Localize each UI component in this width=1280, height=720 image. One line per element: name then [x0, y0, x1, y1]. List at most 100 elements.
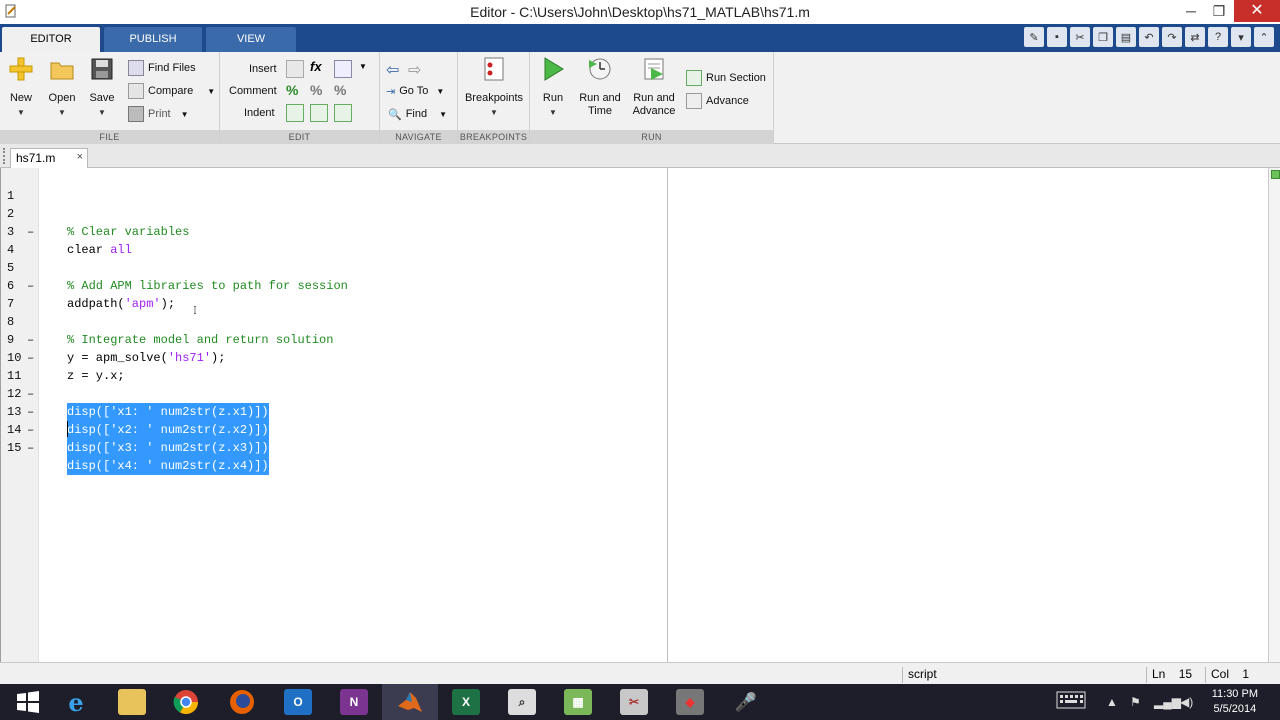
taskbar-app-game[interactable]: ◆	[662, 684, 718, 720]
taskbar-file-explorer[interactable]	[104, 684, 160, 720]
save-dropdown-icon[interactable]: ▼	[86, 106, 118, 119]
new-button[interactable]: New ▼	[6, 56, 36, 119]
cut-icon[interactable]: ✂	[1070, 27, 1090, 47]
windows-taskbar: e O N X ⌕ ▦ ✂ ◆ 🎤 ▲ ⚑ ▂▄▆ ◀) 11:30 PM 5/…	[0, 684, 1280, 720]
breakpoints-button[interactable]: Breakpoints ▼	[464, 56, 524, 119]
volume-icon[interactable]: ◀)	[1180, 695, 1193, 709]
breakpoints-dropdown-icon[interactable]: ▼	[464, 106, 524, 119]
windows-logo-icon	[17, 691, 39, 713]
code-line[interactable]: 4 % Add APM libraries to path for sessio…	[1, 223, 661, 293]
find-button[interactable]: 🔍 Find ▼	[388, 104, 447, 124]
taskbar-chrome[interactable]	[158, 684, 214, 720]
taskbar-app-mic[interactable]: 🎤	[718, 684, 774, 720]
comment-label[interactable]: Comment	[229, 81, 277, 101]
tab-publish[interactable]: PUBLISH	[104, 27, 202, 52]
save-icon[interactable]: ▪	[1047, 27, 1067, 47]
code-line[interactable]: 13 – disp(['x3: ' num2str(z.x3)])	[1, 385, 661, 457]
compare-dropdown-icon[interactable]: ▼	[207, 87, 215, 96]
code-line[interactable]: 7 % Integrate model and return solution	[1, 277, 661, 347]
editor-ribbon: New ▼ Open ▼ Save ▼ Find Files Compare ▼…	[0, 52, 1280, 144]
file-tab-hs71[interactable]: hs71.m ×	[10, 148, 88, 168]
code-line[interactable]: 10	[1, 331, 661, 365]
undo-icon[interactable]: ↶	[1139, 27, 1159, 47]
minimize-button[interactable]: ─	[1176, 0, 1206, 22]
comment-percent-icon[interactable]: %	[286, 82, 304, 100]
open-button[interactable]: Open ▼	[46, 56, 78, 119]
decrease-indent-icon[interactable]	[334, 104, 352, 122]
uncomment-icon[interactable]: %	[310, 82, 328, 100]
code-line[interactable]: 5 – addpath('apm');	[1, 241, 661, 311]
collapse-toolstrip-icon[interactable]: ⌃	[1254, 27, 1274, 47]
print-dropdown-icon[interactable]: ▼	[181, 110, 189, 119]
matlab-icon	[398, 692, 422, 712]
taskbar-onenote[interactable]: N	[326, 684, 382, 720]
insert-dropdown-icon[interactable]: ▼	[359, 62, 367, 71]
forward-arrow-icon[interactable]: ⇨	[408, 60, 426, 79]
insert-section-icon[interactable]	[286, 60, 304, 78]
code-line[interactable]: 3	[1, 205, 661, 239]
go-to-dropdown-icon[interactable]: ▼	[436, 87, 444, 96]
taskbar-app-search[interactable]: ⌕	[494, 684, 550, 720]
close-tab-icon[interactable]: ×	[77, 151, 83, 163]
code-line[interactable]: 12 – disp(['x2: ' num2str(z.x2)])	[1, 367, 661, 439]
find-files-button[interactable]: Find Files	[128, 58, 196, 78]
taskbar-matlab[interactable]	[382, 684, 438, 720]
run-section-button[interactable]: Run Section	[686, 68, 766, 88]
find-dropdown-icon[interactable]: ▼	[439, 110, 447, 119]
network-signal-icon[interactable]: ▂▄▆	[1154, 695, 1181, 709]
touch-keyboard-icon[interactable]	[1056, 690, 1086, 713]
system-clock[interactable]: 11:30 PM 5/5/2014	[1212, 687, 1258, 717]
save-button[interactable]: Save ▼	[86, 56, 118, 119]
tab-grip-icon[interactable]	[3, 148, 7, 164]
tab-editor[interactable]: EDITOR	[2, 27, 100, 52]
paste-icon[interactable]: ▤	[1116, 27, 1136, 47]
taskbar-excel[interactable]: X	[438, 684, 494, 720]
new-dropdown-icon[interactable]: ▼	[6, 106, 36, 119]
run-button[interactable]: Run ▼	[538, 56, 568, 119]
redo-icon[interactable]: ↷	[1162, 27, 1182, 47]
run-and-time-button[interactable]: Run and Time	[578, 56, 622, 118]
options-icon[interactable]: ▾	[1231, 27, 1251, 47]
action-center-flag-icon[interactable]: ⚑	[1130, 695, 1141, 709]
code-analyzer-status-icon[interactable]	[1271, 170, 1280, 179]
show-hidden-icons-icon[interactable]: ▲	[1106, 695, 1118, 709]
code-editor[interactable]: 1 % Clear variables 2 – clear all 3 4 % …	[0, 168, 1268, 662]
close-button[interactable]: ✕	[1234, 0, 1280, 22]
taskbar-firefox[interactable]	[214, 684, 270, 720]
outlook-icon: O	[284, 689, 312, 715]
code-line[interactable]: 9 – z = y.x;	[1, 313, 661, 383]
editor-vertical-scrollbar[interactable]	[1268, 168, 1280, 662]
copy-icon[interactable]: ❐	[1093, 27, 1113, 47]
indent-label[interactable]: Indent	[244, 103, 275, 123]
taskbar-outlook[interactable]: O	[270, 684, 326, 720]
help-icon[interactable]: ?	[1208, 27, 1228, 47]
go-to-button[interactable]: ⇥ Go To ▼	[386, 81, 444, 101]
code-line[interactable]: 15	[1, 421, 661, 455]
run-dropdown-icon[interactable]: ▼	[538, 106, 568, 119]
maximize-button[interactable]: ❐	[1204, 0, 1234, 22]
code-line[interactable]: 2 – clear all	[1, 187, 661, 257]
tab-view[interactable]: VIEW	[206, 27, 296, 52]
run-and-advance-button[interactable]: Run and Advance	[630, 56, 678, 118]
print-button[interactable]: Print ▼	[128, 104, 189, 124]
insert-function-icon[interactable]: fx	[310, 59, 328, 77]
advance-button[interactable]: Advance	[686, 91, 749, 111]
smart-indent-icon[interactable]	[286, 104, 304, 122]
taskbar-app-tools[interactable]: ✂	[606, 684, 662, 720]
increase-indent-icon[interactable]	[310, 104, 328, 122]
back-arrow-icon[interactable]: ⇦	[386, 60, 404, 79]
code-line[interactable]: 14 – disp(['x4: ' num2str(z.x4)])	[1, 403, 661, 475]
taskbar-internet-explorer[interactable]: e	[48, 684, 104, 720]
code-line[interactable]: 11 – disp(['x1: ' num2str(z.x1)])	[1, 349, 661, 421]
code-line[interactable]: 8 – y = apm_solve('hs71');	[1, 295, 661, 365]
taskbar-app-chart[interactable]: ▦	[550, 684, 606, 720]
open-dropdown-icon[interactable]: ▼	[46, 106, 78, 119]
insert-label[interactable]: Insert	[249, 59, 277, 79]
code-line[interactable]: 6	[1, 259, 661, 293]
switch-windows-icon[interactable]: ⇄	[1185, 27, 1205, 47]
code-line[interactable]: 1 % Clear variables	[1, 169, 661, 239]
wrap-comments-icon[interactable]: %	[334, 82, 352, 100]
new-script-icon[interactable]: ✎	[1024, 27, 1044, 47]
insert-cell-icon[interactable]	[334, 60, 352, 78]
compare-button[interactable]: Compare ▼	[128, 81, 215, 101]
